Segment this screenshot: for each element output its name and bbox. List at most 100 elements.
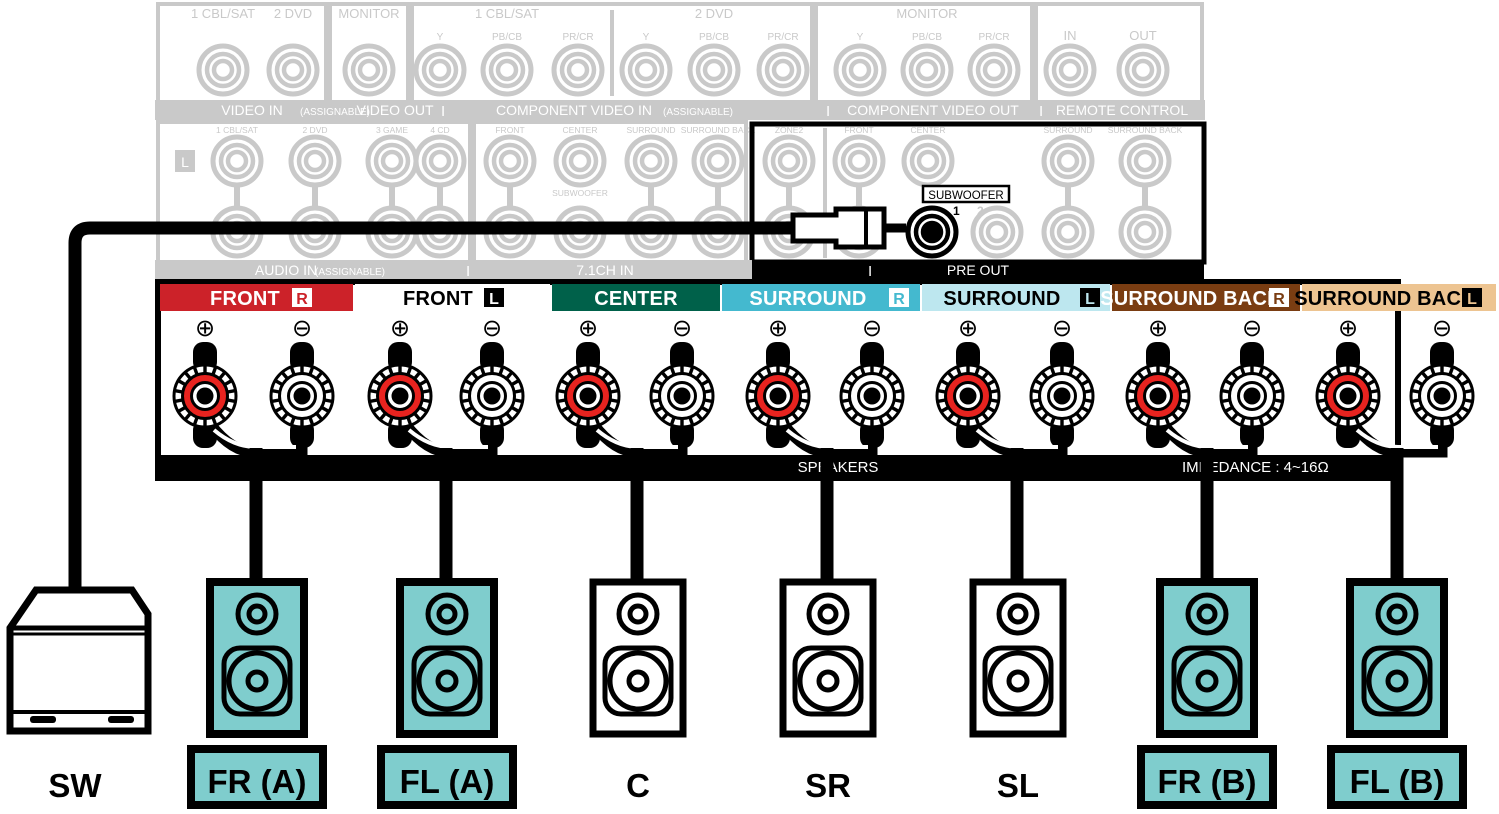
terminal-post-front-r-plus [172, 363, 238, 429]
channel-badge-front-l: L [489, 291, 499, 308]
speaker-label-sl: SL [997, 767, 1039, 804]
ch71-in-jacks[interactable] [486, 137, 742, 256]
terminal-post-front-l-plus [367, 363, 433, 429]
section-label-component-video-in: COMPONENT VIDEO IN [496, 102, 652, 118]
pre-out-jack-label-center: CENTER [911, 125, 946, 135]
ch71-in-jack-label-surround-back: SURROUND BACK [681, 125, 756, 135]
component-video-out-jacks[interactable] [836, 46, 1018, 94]
video-in-jack-label-1: 1 CBL/SAT [191, 6, 255, 21]
pre-out-subwoofer-number-1: 1 [953, 204, 960, 218]
component-video-in-g1-jack-pr: PR/CR [562, 32, 593, 43]
speaker-label-fr-b: FR (B) [1158, 763, 1257, 800]
audio-in-jacks[interactable] [213, 137, 464, 256]
channel-badge-surround-back-r: R [1273, 291, 1285, 308]
terminal-post-surround-back-l-minus [1409, 363, 1475, 429]
polarity-minus-6: ⊖ [1242, 315, 1262, 342]
component-video-in-g2-jack-pb: PB/CB [699, 32, 729, 43]
sw-body [6, 586, 152, 735]
component-video-in-g1-jack-y: Y [437, 32, 444, 43]
ch71-in-jack-label-center: CENTER [563, 125, 598, 135]
section-label-component-video-out: COMPONENT VIDEO OUT [847, 102, 1019, 118]
terminal-post-surround-back-l-plus [1315, 363, 1381, 429]
section-label-video-out: VIDEO OUT [356, 102, 433, 118]
speaker-sw: SW [6, 586, 152, 804]
speaker-fr-b: FR (B) [1137, 578, 1277, 809]
remote-control-jack-out: OUT [1129, 28, 1157, 43]
component-video-in-group1-name: 1 CBL/SAT [475, 6, 539, 21]
component-video-out-jack-pr: PR/CR [978, 32, 1009, 43]
speaker-label-c: C [626, 767, 650, 804]
speaker-label-sw: SW [48, 767, 102, 804]
terminal-post-center-plus [555, 363, 621, 429]
ch71-in-subwoofer-label: SUBWOOFER [552, 188, 608, 198]
section-label-71ch-in: 7.1CH IN [576, 262, 634, 278]
ch71-in-jack-label-surround: SURROUND [626, 125, 675, 135]
ch71-in-jack-label-front: FRONT [495, 125, 524, 135]
component-video-in-g2-jack-y: Y [643, 32, 650, 43]
polarity-plus-6: ⊕ [1148, 315, 1168, 342]
speaker-fr-a: FR (A) [187, 578, 327, 809]
video-out-jacks[interactable] [345, 46, 393, 94]
section-divider-mark-4: I [466, 263, 470, 280]
video-in-jack-label-2: 2 DVD [274, 6, 312, 21]
component-video-out-group-name: MONITOR [896, 6, 957, 21]
sw-foot-left [30, 716, 56, 723]
speaker-sl: SL [969, 578, 1067, 804]
section-divider-mark-5: I [868, 263, 872, 280]
connection-diagram: 1 CBL/SAT 2 DVD MONITOR 1 CBL/SAT Y PB/C… [0, 0, 1499, 814]
pre-out-subwoofer-1-jack[interactable] [908, 208, 956, 256]
polarity-minus-1: ⊖ [292, 315, 312, 342]
polarity-minus-7: ⊖ [1432, 315, 1452, 342]
section-sub-audio-in: (ASSIGNABLE) [315, 267, 385, 278]
polarity-minus-2: ⊖ [482, 315, 502, 342]
terminal-post-front-r-minus [269, 363, 335, 429]
rca-plug-body [790, 206, 887, 250]
speaker-fl-a: FL (A) [377, 578, 517, 809]
polarity-plus-1: ⊕ [195, 315, 215, 342]
channel-badge-surround-r: R [893, 291, 905, 308]
component-video-in-group1-jacks[interactable] [416, 46, 602, 94]
terminal-post-front-l-minus [459, 363, 525, 429]
terminal-post-surround-r-minus [839, 363, 905, 429]
channel-label-center: CENTER [594, 288, 678, 310]
audio-in-jack-label-1: 1 CBL/SAT [216, 125, 258, 135]
channel-label-surround-r: SURROUND [749, 288, 866, 310]
channel-label-surround-l: SURROUND [943, 288, 1060, 310]
video-in-jacks[interactable] [199, 46, 317, 94]
polarity-plus-7: ⊕ [1338, 315, 1358, 342]
terminal-post-surround-back-r-minus [1219, 363, 1285, 429]
section-label-video-in: VIDEO IN [221, 102, 282, 118]
speaker-sr: SR [779, 578, 877, 804]
terminal-post-center-minus [649, 363, 715, 429]
section-divider-mark-2: I [826, 103, 830, 120]
channel-label-front-l: FRONT [403, 288, 473, 310]
sw-foot-right [108, 716, 134, 723]
polarity-plus-3: ⊕ [578, 315, 598, 342]
remote-control-jacks[interactable] [1046, 46, 1167, 94]
pre-out-jack-label-surround-back: SURROUND BACK [1108, 125, 1183, 135]
channel-label-surround-back-r: SURROUND BACK [1100, 288, 1282, 310]
section-label-audio-in: AUDIO IN [255, 262, 317, 278]
pre-out-jack-label-front: FRONT [844, 125, 873, 135]
component-video-in-group2-jacks[interactable] [622, 46, 807, 94]
polarity-plus-5: ⊕ [958, 315, 978, 342]
speakers-section-label: SPEAKERS [798, 459, 879, 476]
channel-label-surround-back-l: SURROUND BACK [1294, 288, 1476, 310]
polarity-minus-5: ⊖ [1052, 315, 1072, 342]
speaker-label-fl-b: FL (B) [1350, 763, 1445, 800]
pre-out-subwoofer-number-2: 2 [977, 204, 984, 218]
polarity-minus-3: ⊖ [672, 315, 692, 342]
audio-row-section-bar [155, 260, 755, 280]
terminal-post-surround-back-r-plus [1125, 363, 1191, 429]
channel-badge-surround-back-l: L [1467, 291, 1477, 308]
section-sub-component-video-in: (ASSIGNABLE) [663, 107, 733, 118]
polarity-plus-2: ⊕ [390, 315, 410, 342]
pre-out-jack-label-zone2: ZONE2 [775, 125, 804, 135]
speaker-label-sr: SR [805, 767, 851, 804]
component-video-in-g1-jack-pb: PB/CB [492, 32, 522, 43]
channel-badge-surround-l: L [1085, 291, 1095, 308]
section-label-pre-out: PRE OUT [947, 262, 1010, 278]
speaker-c: C [589, 578, 687, 804]
section-label-remote-control: REMOTE CONTROL [1056, 102, 1188, 118]
polarity-plus-4: ⊕ [768, 315, 788, 342]
